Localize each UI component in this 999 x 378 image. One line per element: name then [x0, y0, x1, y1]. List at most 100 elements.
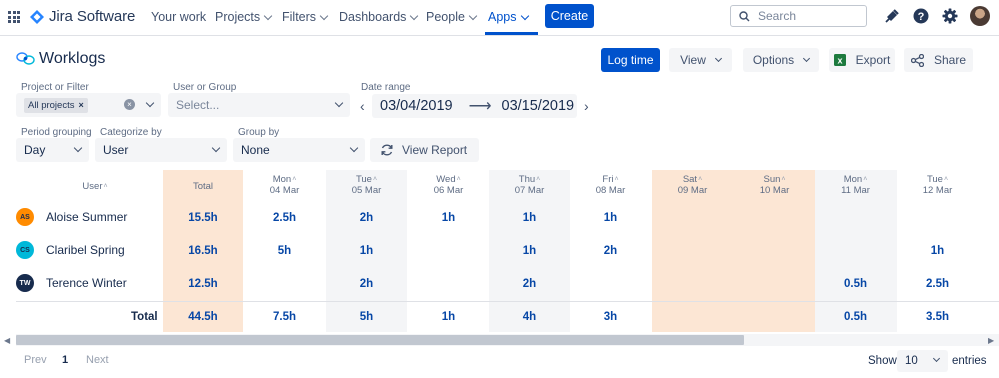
nav-filters[interactable]: Filters	[282, 10, 329, 24]
top-navigation: Jira Software Your work Projects Filters…	[0, 0, 999, 36]
sort-icon: ˄	[614, 176, 619, 183]
date-to: 03/15/2019	[501, 98, 575, 114]
day-column-header[interactable]: Tue˄ 05 Mar	[326, 174, 407, 196]
date-range-picker[interactable]: 03/04/2019 ⟶ 03/15/2019	[372, 94, 577, 118]
nav-your-work[interactable]: Your work	[151, 10, 206, 24]
column-total-cell: 7.5h	[272, 311, 296, 323]
group-by-select[interactable]: None	[233, 138, 365, 162]
app-switcher-icon[interactable]	[8, 11, 20, 23]
current-page[interactable]: 1	[62, 354, 68, 366]
jira-logo[interactable]: Jira Software	[30, 8, 135, 25]
worklog-cell[interactable]: 1h	[570, 212, 651, 224]
page-size-value: 10	[905, 355, 918, 367]
user-cell[interactable]: TW Terence Winter	[16, 274, 127, 292]
day-name-row: Tue˄	[326, 174, 407, 185]
scroll-left-icon[interactable]: ◀	[4, 336, 10, 345]
clear-icon[interactable]: ×	[124, 99, 135, 110]
user-avatar: TW	[16, 274, 34, 292]
worklog-cell[interactable]: 2h	[326, 278, 407, 290]
project-filter-select[interactable]: All projects × ×	[16, 93, 161, 117]
user-cell[interactable]: CS Claribel Spring	[16, 241, 125, 259]
day-name-row: Wed˄	[408, 174, 489, 185]
group-by-value: None	[241, 143, 270, 157]
chevron-down-icon	[319, 11, 329, 20]
categorize-by-select[interactable]: User	[95, 138, 227, 162]
view-report-button[interactable]: View Report	[370, 138, 479, 162]
remove-tag-icon[interactable]: ×	[78, 100, 83, 110]
settings-icon[interactable]	[941, 7, 959, 25]
worklog-cell[interactable]: 0.5h	[815, 278, 896, 290]
day-date: 04 Mar	[269, 185, 300, 196]
search-icon	[739, 10, 750, 21]
worklog-cell[interactable]: 1h	[326, 245, 407, 257]
user-column-header[interactable]: User˄	[70, 181, 120, 192]
day-date: 12 Mar	[922, 185, 953, 196]
nav-projects[interactable]: Projects	[215, 10, 273, 24]
page-title-text: Worklogs	[39, 50, 106, 67]
worklog-cell[interactable]: 2.5h	[244, 212, 325, 224]
day-column-header[interactable]: Wed˄ 06 Mar	[408, 174, 489, 196]
scrollbar-thumb[interactable]	[16, 335, 744, 345]
chevron-down-icon	[520, 11, 529, 20]
user-cell[interactable]: AS Aloise Summer	[16, 208, 127, 226]
nav-dashboards[interactable]: Dashboards	[339, 10, 419, 24]
share-button[interactable]: Share	[904, 48, 973, 72]
options-button[interactable]: Options	[743, 48, 819, 72]
profile-avatar[interactable]	[970, 6, 990, 26]
day-column-header[interactable]: Sat˄ 09 Mar	[652, 174, 733, 196]
period-grouping-select[interactable]: Day	[16, 138, 89, 162]
worklog-cell[interactable]: 1h	[897, 245, 978, 257]
project-tag-label: All projects	[28, 99, 75, 111]
day-column-header[interactable]: Tue˄ 12 Mar	[897, 174, 978, 196]
day-column-header[interactable]: Thu˄ 07 Mar	[489, 174, 570, 196]
search-input[interactable]: Search	[730, 5, 867, 27]
search-placeholder: Search	[758, 9, 797, 23]
worklog-cell[interactable]: 2h	[326, 212, 407, 224]
worklog-cell[interactable]: 1h	[489, 212, 570, 224]
column-total-cell: 4h	[522, 311, 537, 323]
worklog-cell[interactable]: 5h	[244, 245, 325, 257]
day-column-header[interactable]: Sun˄ 10 Mar	[734, 174, 815, 196]
day-column-header[interactable]: Mon˄ 11 Mar	[815, 174, 896, 196]
total-column-header[interactable]: Total	[163, 181, 243, 192]
nav-apps[interactable]: Apps	[488, 10, 529, 24]
export-button[interactable]: x Export	[829, 48, 895, 72]
notifications-icon[interactable]	[883, 7, 901, 25]
worklog-cell[interactable]: 1h	[408, 212, 489, 224]
sort-icon: ˄	[698, 176, 703, 183]
next-page-link[interactable]: Next	[86, 354, 109, 366]
day-name: Fri	[602, 174, 614, 185]
prev-page-link[interactable]: Prev	[24, 354, 47, 366]
log-time-button[interactable]: Log time	[601, 48, 660, 72]
row-total-cell: 12.5h	[188, 278, 218, 290]
chevron-down-icon	[714, 54, 722, 63]
day-name-row: Fri˄	[570, 174, 651, 185]
user-group-select[interactable]: Select...	[168, 93, 350, 117]
user-avatar: AS	[16, 208, 34, 226]
help-icon[interactable]: ?	[912, 7, 930, 25]
user-avatar: CS	[16, 241, 34, 259]
worklog-cell[interactable]: 1h	[489, 245, 570, 257]
worklog-cell[interactable]: 2h	[570, 245, 651, 257]
day-name-row: Mon˄	[244, 174, 325, 185]
column-total-cell: 1h	[441, 311, 456, 323]
user-column-label: User	[82, 181, 103, 192]
page-size-select[interactable]: 10	[897, 350, 948, 372]
day-column-header[interactable]: Fri˄ 08 Mar	[570, 174, 651, 196]
date-prev-icon[interactable]: ‹	[360, 98, 365, 114]
day-name-row: Sat˄	[652, 174, 733, 185]
nav-filters-label: Filters	[282, 10, 317, 24]
worklog-cell[interactable]: 2.5h	[897, 278, 978, 290]
nav-people[interactable]: People	[426, 10, 478, 24]
show-label: Show	[868, 355, 897, 367]
scroll-right-icon[interactable]: ▶	[988, 336, 994, 345]
day-date: 10 Mar	[759, 185, 790, 196]
create-button[interactable]: Create	[545, 4, 594, 28]
view-button[interactable]: View	[669, 48, 732, 72]
worklogs-logo-icon	[16, 52, 35, 65]
options-button-label: Options	[752, 53, 795, 67]
date-next-icon[interactable]: ›	[584, 98, 589, 114]
day-name: Wed	[436, 174, 456, 185]
worklog-cell[interactable]: 2h	[489, 278, 570, 290]
day-column-header[interactable]: Mon˄ 04 Mar	[244, 174, 325, 196]
